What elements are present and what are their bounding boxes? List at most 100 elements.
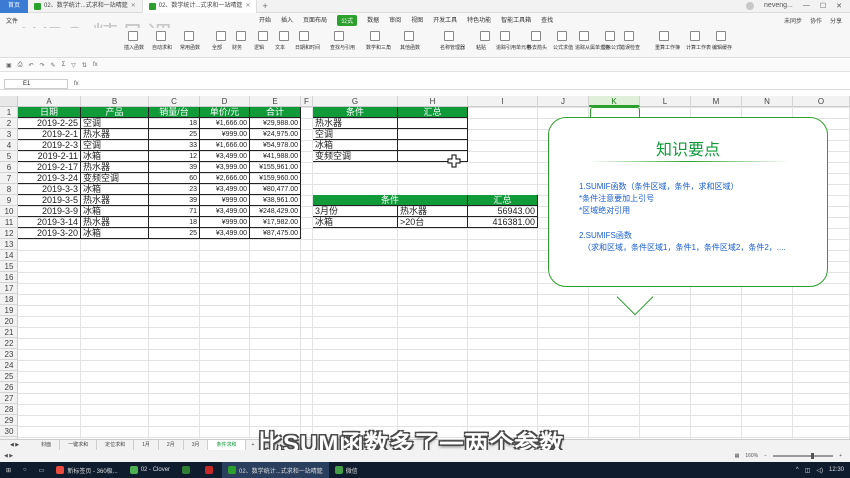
column-header[interactable]: I [468, 96, 538, 107]
sheet-scroll-icon[interactable]: ◀ ▶ [0, 442, 33, 448]
row-header[interactable]: 30 [0, 426, 18, 437]
column-header[interactable]: D [200, 96, 250, 107]
table-cell[interactable]: 2019-2-25 [18, 118, 81, 129]
taskbar-app[interactable]: 02 - Clover [124, 462, 176, 478]
sheet-tab[interactable]: 条件求和 [208, 439, 246, 451]
ribbon-button[interactable]: 重算工作簿 [655, 44, 680, 51]
table-cell[interactable]: 2019-3-5 [18, 195, 81, 206]
table-cell[interactable]: ¥2,666.00 [200, 173, 250, 184]
ribbon-button[interactable]: 错误检查 [620, 44, 640, 51]
table-cell[interactable]: 冰箱 [81, 206, 149, 217]
taskbar-app[interactable]: 02、数学统计...式求和一站晴筵 [222, 462, 329, 478]
table-cell[interactable]: 18 [149, 118, 200, 129]
table-cell[interactable]: ¥3,499.00 [200, 151, 250, 162]
table-cell[interactable]: 2019-2-1 [18, 129, 81, 140]
clock[interactable]: 12:30 [829, 467, 844, 473]
table-cell[interactable]: ¥155,961.00 [250, 162, 301, 173]
table-cell[interactable]: ¥3,499.00 [200, 206, 250, 217]
table-cell[interactable]: 56943.00 [468, 206, 538, 217]
table-cell[interactable]: ¥80,477.00 [250, 184, 301, 195]
table-cell[interactable]: 71 [149, 206, 200, 217]
taskbar-app[interactable]: 新标签页 - 360极... [50, 462, 123, 478]
row-header[interactable]: 27 [0, 393, 18, 404]
table-cell[interactable]: ¥17,982.00 [250, 217, 301, 228]
row-header[interactable]: 5 [0, 151, 18, 162]
sheet-tab[interactable]: 2月 [159, 439, 184, 451]
start-icon[interactable]: ⊞ [0, 462, 17, 478]
table-cell[interactable]: 热水器 [81, 162, 149, 173]
new-tab-icon[interactable]: + [257, 1, 272, 11]
sheet-tab[interactable]: 1月 [134, 439, 159, 451]
share-button[interactable]: 分享 [830, 16, 842, 25]
ribbon-button[interactable]: 编辑缓存 [712, 44, 732, 51]
sheet-tab[interactable]: 一键求和 [60, 439, 98, 451]
table-cell[interactable]: ¥1,666.00 [200, 118, 250, 129]
row-header[interactable]: 22 [0, 338, 18, 349]
menu-tab[interactable]: 审阅 [389, 15, 401, 26]
column-header[interactable]: C [149, 96, 200, 107]
table-header-cell[interactable]: 汇总 [398, 107, 468, 118]
table-cell[interactable]: ¥41,988.00 [250, 151, 301, 162]
row-header[interactable]: 17 [0, 283, 18, 294]
menu-tab[interactable]: 查找 [541, 15, 553, 26]
table-cell[interactable]: 热水器 [81, 195, 149, 206]
table-cell[interactable]: 2019-3-20 [18, 228, 81, 239]
table-cell[interactable]: ¥3,499.00 [200, 228, 250, 239]
table-cell[interactable]: 热水器 [81, 217, 149, 228]
user-name[interactable]: neveng... [764, 2, 793, 10]
task-view-icon[interactable]: ▭ [33, 462, 51, 478]
network-icon[interactable]: ◫ [805, 467, 811, 474]
table-cell[interactable]: 2019-2-3 [18, 140, 81, 151]
row-header[interactable]: 24 [0, 360, 18, 371]
table-cell[interactable]: 变频空调 [81, 173, 149, 184]
table-cell[interactable]: 热水器 [81, 129, 149, 140]
row-header[interactable]: 23 [0, 349, 18, 360]
row-header[interactable]: 6 [0, 162, 18, 173]
taskbar-app[interactable] [176, 462, 199, 478]
tray-expand-icon[interactable]: ^ [796, 467, 799, 473]
zoom-level[interactable]: 160% [745, 453, 758, 459]
row-header[interactable]: 1 [0, 107, 18, 118]
row-header[interactable]: 4 [0, 140, 18, 151]
ribbon-button[interactable]: 公式求值 [553, 44, 573, 51]
minimize-icon[interactable]: — [803, 2, 810, 10]
ribbon-button[interactable]: 查找与引用 [330, 44, 355, 51]
table-cell[interactable]: 25 [149, 129, 200, 140]
table-cell[interactable]: ¥87,475.00 [250, 228, 301, 239]
table-cell[interactable]: ¥248,429.00 [250, 206, 301, 217]
close-icon[interactable]: ✕ [245, 0, 250, 13]
fx-label[interactable]: fx [74, 81, 79, 87]
row-header[interactable]: 9 [0, 195, 18, 206]
table-cell[interactable]: 冰箱 [313, 217, 398, 228]
row-header[interactable]: 3 [0, 129, 18, 140]
row-header[interactable]: 7 [0, 173, 18, 184]
row-header[interactable]: 25 [0, 371, 18, 382]
sync-button[interactable]: 未同步 [784, 16, 802, 25]
row-header[interactable]: 15 [0, 261, 18, 272]
file-menu[interactable]: 文件 [0, 16, 24, 25]
row-header[interactable]: 12 [0, 228, 18, 239]
table-cell[interactable]: ¥54,978.00 [250, 140, 301, 151]
row-header[interactable]: 26 [0, 382, 18, 393]
undo-icon[interactable]: ↶ [28, 62, 33, 69]
taskbar-app[interactable]: 微信 [329, 462, 364, 478]
table-cell[interactable]: ¥38,961.00 [250, 195, 301, 206]
table-cell[interactable]: 12 [149, 151, 200, 162]
ribbon-button[interactable]: 追踪引用单元格 [496, 44, 531, 51]
row-header[interactable]: 16 [0, 272, 18, 283]
table-cell[interactable]: ¥29,988.00 [250, 118, 301, 129]
sort-icon[interactable]: ⇅ [82, 62, 87, 69]
table-cell[interactable]: 空调 [313, 129, 398, 140]
menu-tab[interactable]: 数据 [367, 15, 379, 26]
menu-tab[interactable]: 开始 [259, 15, 271, 26]
menu-tab[interactable]: 开发工具 [433, 15, 457, 26]
ribbon-button[interactable]: 名称管理器 [440, 44, 465, 51]
table-cell[interactable]: 冰箱 [81, 228, 149, 239]
table-cell[interactable]: 33 [149, 140, 200, 151]
column-header[interactable]: B [81, 96, 149, 107]
table-cell[interactable] [398, 129, 468, 140]
row-header[interactable]: 8 [0, 184, 18, 195]
menu-tab[interactable]: 视图 [411, 15, 423, 26]
maximize-icon[interactable]: ☐ [820, 2, 826, 10]
table-cell[interactable]: 416381.00 [468, 217, 538, 228]
